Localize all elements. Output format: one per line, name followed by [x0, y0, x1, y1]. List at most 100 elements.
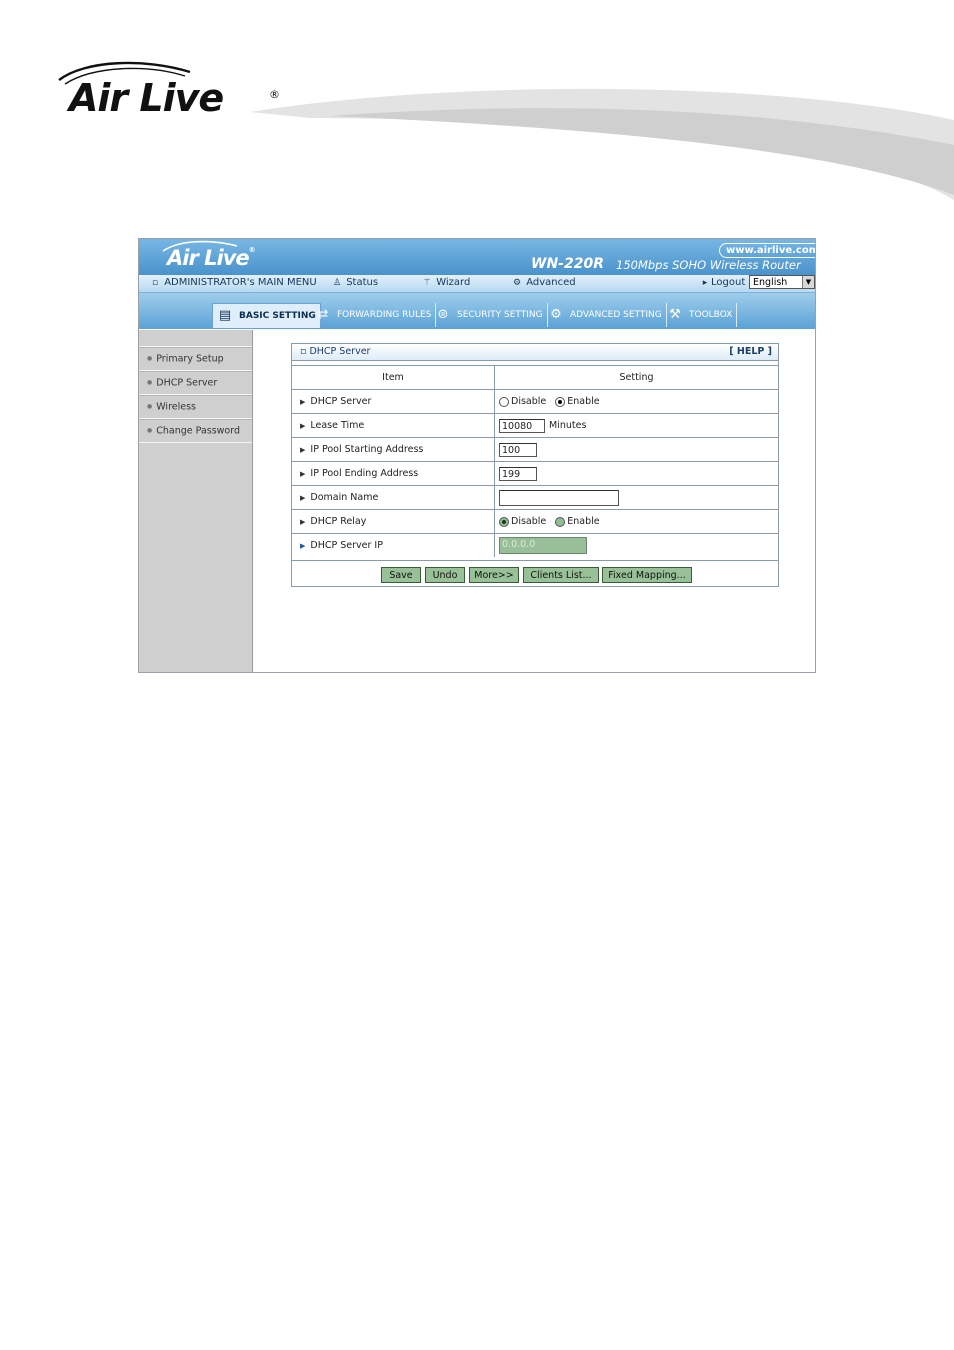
- save-button[interactable]: Save: [381, 567, 421, 583]
- dhcp-server-ip-input[interactable]: 0.0.0.0: [499, 537, 587, 554]
- tab-security-setting[interactable]: ⊜ SECURITY SETTING: [431, 303, 548, 327]
- dhcp-settings-table: Item Setting ▶ DHCP Server Disable Enable…: [292, 365, 778, 557]
- toolbox-icon: ⚒: [669, 307, 681, 322]
- router-banner: Air Live® www.airlive.com WN-220R 150Mbp…: [139, 239, 815, 275]
- row-setting: 0.0.0.0: [494, 533, 778, 557]
- banner-logo-registered: ®: [248, 246, 256, 254]
- undo-button[interactable]: Undo: [425, 567, 465, 583]
- advanced-icon: ⚙: [512, 278, 522, 288]
- column-header-item: Item: [292, 365, 495, 390]
- dhcp-server-disable-radio[interactable]: [499, 396, 509, 407]
- status-label: Status: [346, 277, 379, 288]
- dhcp-server-ip-label: DHCP Server IP: [310, 540, 383, 551]
- sidebar-spacer: [139, 330, 252, 347]
- category-tabbar: ▤ BASIC SETTING ⇄ FORWARDING RULES ⊜ SECURI…: [139, 293, 815, 329]
- row-label: ▶ IP Pool Starting Address: [292, 437, 495, 462]
- forwarding-arrows-icon: ⇄: [317, 307, 329, 322]
- dhcp-relay-disable-label: Disable: [511, 516, 547, 527]
- language-select[interactable]: English ▼: [749, 275, 815, 289]
- triangle-right-icon: ▶: [300, 518, 306, 526]
- status-person-icon: ♙: [332, 278, 342, 288]
- tab-forwarding-rules[interactable]: ⇄ FORWARDING RULES: [311, 303, 437, 327]
- tab-toolbox[interactable]: ⚒ TOOLBOX: [663, 303, 738, 327]
- panel-title: ▫ DHCP Server: [300, 346, 371, 357]
- tab-basic-setting[interactable]: ▤ BASIC SETTING: [212, 303, 321, 328]
- row-setting: 100: [494, 437, 778, 462]
- row-label: ▶ IP Pool Ending Address: [292, 461, 495, 486]
- sidebar-item-primary-setup[interactable]: ● Primary Setup: [139, 347, 252, 371]
- row-label: ▶ Domain Name: [292, 485, 495, 510]
- website-link[interactable]: www.airlive.com: [719, 243, 815, 258]
- lease-time-label: Lease Time: [310, 420, 365, 431]
- status-link[interactable]: ♙ Status: [331, 277, 378, 288]
- triangle-right-icon: ▶: [300, 398, 306, 406]
- triangle-right-icon: ▶: [300, 542, 306, 550]
- row-label: ▶ DHCP Relay: [292, 509, 495, 534]
- pool-start-label: IP Pool Starting Address: [310, 444, 424, 455]
- tab-security-setting-label: SECURITY SETTING: [457, 310, 543, 320]
- tab-toolbox-label: TOOLBOX: [689, 310, 733, 320]
- advanced-link[interactable]: ⚙ Advanced: [511, 277, 576, 288]
- sidebar-item-wireless[interactable]: ● Wireless: [139, 395, 252, 419]
- wizard-link[interactable]: ⚚ Wizard: [421, 277, 470, 288]
- dhcp-server-enable-label: Enable: [567, 396, 600, 407]
- row-setting: Disable Enable: [494, 509, 778, 534]
- sidebar-item-label: Change Password: [156, 425, 241, 437]
- dhcp-server-enable-radio[interactable]: [555, 396, 566, 407]
- pool-start-input[interactable]: 100: [499, 442, 537, 457]
- column-header-setting: Setting: [494, 365, 778, 390]
- router-admin-screenshot: Air Live® www.airlive.com WN-220R 150Mbp…: [138, 238, 816, 673]
- row-label: ▶ DHCP Server: [292, 389, 495, 414]
- logout-label: Logout: [711, 277, 746, 288]
- model-description: 150Mbps SOHO Wireless Router: [616, 258, 801, 272]
- page-logo-text: Air Live: [69, 76, 224, 120]
- dhcp-relay-disable-radio[interactable]: [499, 516, 509, 527]
- dhcp-relay-enable-label: Enable: [567, 516, 600, 527]
- header-swoosh-decoration: [250, 88, 954, 200]
- dhcp-server-panel: ▫ DHCP Server [ HELP ] Item Setting ▶ DHC…: [291, 343, 779, 587]
- bullet-icon: ●: [147, 403, 153, 410]
- notebook-icon: ▤: [218, 308, 232, 323]
- table-row: ▶ DHCP Server IP 0.0.0.0: [292, 533, 778, 557]
- tab-forwarding-rules-label: FORWARDING RULES: [337, 310, 432, 320]
- wizard-icon: ⚚: [422, 278, 432, 288]
- table-row: ▶ DHCP Server Disable Enable: [292, 389, 778, 414]
- dropdown-arrow-icon[interactable]: ▼: [802, 276, 814, 288]
- bullet-icon: ●: [147, 427, 153, 434]
- dhcp-relay-label: DHCP Relay: [310, 516, 367, 527]
- tab-basic-setting-label: BASIC SETTING: [239, 311, 316, 321]
- wizard-label: Wizard: [436, 277, 471, 288]
- table-row: ▶ Lease Time 10080 Minutes: [292, 413, 778, 438]
- row-setting: [494, 485, 778, 510]
- admin-main-menu-label: ADMINISTRATOR's MAIN MENU: [164, 277, 317, 288]
- dhcp-server-label: DHCP Server: [310, 396, 372, 407]
- sidebar-item-dhcp-server[interactable]: ● DHCP Server: [139, 371, 252, 395]
- dhcp-relay-enable-radio[interactable]: [555, 516, 566, 527]
- advanced-gear-icon: ⚙: [550, 307, 562, 322]
- fixed-mapping-button[interactable]: Fixed Mapping...: [602, 567, 692, 583]
- advanced-label: Advanced: [526, 277, 576, 288]
- sidebar-item-label: Wireless: [156, 401, 196, 413]
- banner-logo-text: Air Live: [167, 246, 250, 270]
- sidebar: ● Primary Setup ● DHCP Server ● Wireless ● C…: [139, 330, 253, 672]
- logout-link[interactable]: ▸ Logout: [699, 277, 746, 288]
- table-row: ▶ Domain Name: [292, 485, 778, 510]
- tab-advanced-setting-label: ADVANCED SETTING: [570, 310, 662, 320]
- pool-end-input[interactable]: 199: [499, 466, 537, 481]
- tab-advanced-setting[interactable]: ⚙ ADVANCED SETTING: [544, 303, 667, 327]
- row-setting: Disable Enable: [494, 389, 778, 414]
- triangle-right-icon: ▶: [300, 494, 306, 502]
- lease-time-input[interactable]: 10080: [499, 418, 545, 433]
- table-row: ▶ IP Pool Starting Address 100: [292, 437, 778, 462]
- triangle-right-icon: ▶: [300, 470, 306, 478]
- sidebar-item-change-password[interactable]: ● Change Password: [139, 419, 252, 443]
- security-lock-icon: ⊜: [437, 307, 449, 322]
- domain-name-input[interactable]: [499, 489, 619, 506]
- more-button[interactable]: More>>: [469, 567, 519, 583]
- help-link[interactable]: [ HELP ]: [729, 346, 772, 357]
- admin-main-menu-link[interactable]: ▫ ADMINISTRATOR's MAIN MENU: [149, 277, 317, 288]
- clients-list-button[interactable]: Clients List...: [523, 567, 599, 583]
- dhcp-server-disable-label: Disable: [511, 396, 547, 407]
- table-row: ▶ DHCP Relay Disable Enable: [292, 509, 778, 534]
- language-value: English: [753, 277, 788, 288]
